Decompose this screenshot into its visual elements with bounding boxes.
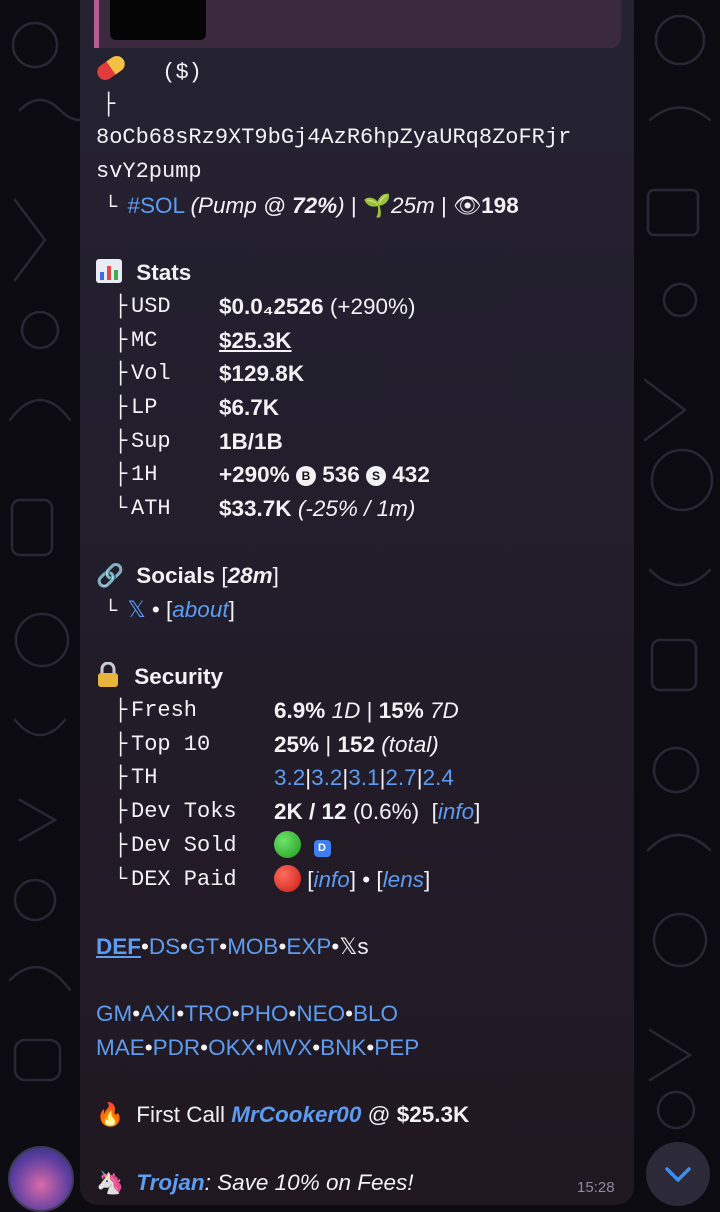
- xs-link[interactable]: 𝕏s: [339, 934, 368, 959]
- def-link[interactable]: DEF: [96, 934, 141, 959]
- tro-link[interactable]: TRO: [184, 1001, 232, 1026]
- green-circle-icon: [274, 830, 301, 858]
- th-link[interactable]: 3.1: [348, 765, 379, 790]
- security-row-th: ├ TH 3.2|3.2|3.1|2.7|2.4: [114, 765, 454, 791]
- stat-row-lp: ├ LP $6.7K: [114, 394, 280, 420]
- sol-hashtag-link[interactable]: #SOL: [127, 193, 184, 218]
- security-row-top10: ├ Top 10 25% | 152 (total): [114, 731, 439, 757]
- mob-link[interactable]: MOB: [227, 934, 278, 959]
- neo-link[interactable]: NEO: [296, 1001, 345, 1026]
- chevron-down-icon: [665, 1167, 691, 1182]
- gt-link[interactable]: GT: [188, 934, 219, 959]
- th-link[interactable]: 3.2: [274, 765, 305, 790]
- caller-link[interactable]: MrCooker00: [231, 1102, 361, 1127]
- lock-icon: [98, 662, 118, 688]
- dev-badge-icon[interactable]: D: [313, 839, 331, 857]
- stat-row-mc: ├ MC $25.3K: [96, 324, 626, 358]
- fire-icon: 🔥: [96, 1102, 125, 1129]
- ticker: ($): [162, 60, 202, 85]
- about-link[interactable]: about: [172, 597, 228, 622]
- socials-header: 🔗 Socials [28m]: [96, 559, 626, 593]
- security-header: Security: [96, 660, 626, 694]
- exp-link[interactable]: EXP: [286, 934, 331, 959]
- red-circle-icon: [274, 864, 301, 892]
- links-row-3: MAE•PDR•OKX•MVX•BNK•PEP: [96, 1034, 420, 1060]
- link-icon: 🔗: [96, 563, 125, 590]
- pho-link[interactable]: PHO: [240, 1001, 289, 1026]
- contract-address-line2[interactable]: svY2pump: [96, 155, 626, 189]
- unicorn-icon: 🦄: [96, 1169, 125, 1196]
- pep-link[interactable]: PEP: [374, 1035, 419, 1060]
- market-cap-link[interactable]: $25.3K: [219, 324, 292, 358]
- reply-thumbnail: [110, 0, 206, 40]
- chart-icon: [96, 259, 122, 284]
- avatar[interactable]: [8, 1146, 74, 1212]
- security-row-fresh: ├ Fresh 6.9% 1D | 15% 7D: [114, 698, 459, 724]
- token-message: ($) ├ 8oCb68sRz9XT9bGj4AzR6hpZyaURq8ZoFR…: [94, 52, 626, 1200]
- mae-link[interactable]: MAE: [96, 1035, 145, 1060]
- scroll-down-button[interactable]: [646, 1142, 710, 1206]
- lens-link[interactable]: lens: [383, 867, 424, 892]
- contract-address-line1[interactable]: 8oCb68sRz9XT9bGj4AzR6hpZyaURq8ZoFRjr: [96, 121, 626, 155]
- x-link[interactable]: 𝕏: [127, 597, 145, 622]
- stats-header: Stats: [96, 256, 626, 290]
- links-row-2: GM•AXI•TRO•PHO•NEO•BLO: [96, 1001, 399, 1027]
- chain-line: └ #SOL (Pump @ 72%) | 🌱25m | 👁198: [96, 189, 626, 223]
- th-link[interactable]: 2.4: [423, 765, 454, 790]
- header-line: ($): [94, 52, 626, 88]
- pdr-link[interactable]: PDR: [153, 1035, 201, 1060]
- blo-link[interactable]: BLO: [353, 1001, 398, 1026]
- okx-link[interactable]: OKX: [208, 1035, 256, 1060]
- info-link[interactable]: info: [314, 867, 350, 892]
- security-row-devsold: ├ Dev Sold D: [96, 829, 626, 863]
- trojan-link[interactable]: Trojan: [136, 1170, 204, 1195]
- info-link[interactable]: info: [438, 799, 474, 824]
- security-row-dexpaid: └ DEX Paid [info] • [lens]: [114, 864, 431, 892]
- stat-row-1h: ├ 1H +290% B 536 S 432: [114, 462, 430, 488]
- th-link[interactable]: 3.2: [311, 765, 342, 790]
- stat-row-vol: ├ Vol $129.8K: [114, 361, 305, 387]
- stat-row-sup: ├ Sup 1B/1B: [114, 428, 283, 454]
- gm-link[interactable]: GM: [96, 1001, 132, 1026]
- view-count: 198: [481, 192, 519, 218]
- security-row-devtoks: ├ Dev Toks 2K / 12 (0.6%) [info]: [114, 799, 481, 825]
- links-row-1: DEF•DS•GT•MOB•EXP•𝕏s: [96, 933, 369, 959]
- tree-end: └: [104, 194, 118, 220]
- th-link[interactable]: 2.7: [385, 765, 416, 790]
- mvx-link[interactable]: MVX: [263, 1035, 312, 1060]
- promo-line: 🦄 Trojan: Save 10% on Fees!: [96, 1166, 626, 1200]
- buys-icon: B: [295, 466, 316, 487]
- tree-branch: ├: [102, 91, 116, 117]
- ds-link[interactable]: DS: [149, 934, 180, 959]
- socials-links: └ 𝕏 • [about]: [104, 597, 235, 624]
- stat-row-usd: ├ USD $0.0₄2526 (+290%): [114, 293, 416, 319]
- eye-icon: 👁: [453, 192, 482, 219]
- first-call-line: 🔥 First Call MrCooker00 @ $25.3K: [96, 1098, 626, 1132]
- bnk-link[interactable]: BNK: [320, 1035, 366, 1060]
- stat-row-ath: └ ATH $33.7K (-25% / 1m): [114, 495, 416, 521]
- seedling-icon: 🌱: [363, 192, 392, 219]
- sells-icon: S: [366, 466, 387, 487]
- message-time: 15:28: [577, 1179, 615, 1196]
- axi-link[interactable]: AXI: [140, 1001, 176, 1026]
- pill-icon: [94, 52, 128, 84]
